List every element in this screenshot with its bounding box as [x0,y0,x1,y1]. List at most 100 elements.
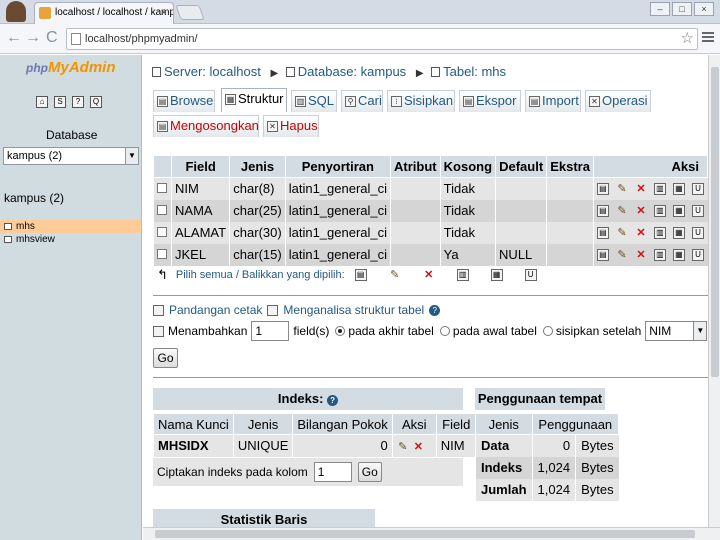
delete-x-icon[interactable]: ✕ [635,227,647,239]
scrollbar-thumb[interactable] [155,530,695,538]
field-collation: latin1_general_ci [284,177,391,200]
reload-icon[interactable]: C [46,30,58,46]
add-fields-row: Menambahkan 1 field(s) pada akhir tabel … [153,321,708,341]
breadcrumb-server[interactable]: Server: localhost [164,64,261,79]
row-checkbox[interactable] [157,249,167,259]
breadcrumb-database[interactable]: Database: kampus [298,64,406,79]
table-item-mhs[interactable]: mhs [0,220,141,233]
edit-pencil-icon[interactable]: ✎ [397,441,409,453]
tab-operasi[interactable]: ✕ Operasi [585,90,651,112]
row-checkbox[interactable] [157,205,167,215]
help-icon[interactable]: ? [327,395,339,406]
breadcrumb-separator-icon: ▶ [415,68,424,79]
row-checkbox[interactable] [157,227,167,237]
minimize-button[interactable]: – [650,2,670,16]
primary-key-icon[interactable]: ▥ [653,204,666,217]
database-name-link[interactable]: kampus (2) [4,191,64,205]
maximize-button[interactable]: □ [672,2,692,16]
docs-icon[interactable]: ? [72,96,84,108]
unique-selected-icon[interactable]: U [524,269,537,281]
table-row: NAMA char(25) latin1_general_ci Tidak ▤ … [152,199,708,222]
radio-begin-of-table[interactable] [439,326,450,336]
delete-x-icon[interactable]: ✕ [635,183,647,195]
tab-browse[interactable]: ▤ Browse [153,90,215,112]
table-row: JKEL char(15) latin1_general_ci Ya NULL … [152,243,708,266]
create-index-go-button[interactable]: Go [357,462,382,482]
unique-icon[interactable]: U [691,248,704,261]
back-arrow-icon[interactable]: ← [6,30,22,46]
index-icon[interactable]: ▦ [672,248,685,261]
phpmyadmin-logo[interactable]: phpMyAdmin [26,59,116,76]
breadcrumb-table[interactable]: Tabel: mhs [443,64,506,79]
tab-cari[interactable]: ⚲ Cari [341,90,383,112]
tab-mengosongkan[interactable]: ▤ Mengosongkan [153,115,259,137]
browse-distinct-icon[interactable]: ▤ [596,248,609,261]
add-fields-count-input[interactable]: 1 [251,321,290,341]
edit-selected-icon[interactable]: ✎ [389,269,401,281]
select-all-bar: ↰ Pilih semua / Balikkan yang dipilih: ▤… [157,267,559,283]
browse-distinct-icon[interactable]: ▤ [596,226,609,239]
tab-sisipkan[interactable]: ⁝ Sisipkan [387,90,455,112]
radio-end-of-table[interactable] [335,326,346,336]
column-header[interactable]: Field [171,155,231,178]
database-select[interactable]: kampus (2) ▼ [3,147,139,165]
scrollbar-thumb[interactable] [711,67,719,377]
print-view-link[interactable]: Pandangan cetak [169,303,262,317]
profile-avatar-icon[interactable] [6,1,26,22]
breadcrumb: Server: localhost ▶ Database: kampus ▶ T… [152,64,508,79]
delete-x-icon[interactable]: ✕ [635,249,647,261]
delete-selected-icon[interactable]: ✕ [423,269,435,281]
unique-icon[interactable]: U [691,182,704,195]
tab-struktur[interactable]: ▦ Struktur [221,88,287,112]
add-fields-go-button[interactable]: Go [153,348,178,368]
radio-after-field[interactable] [542,326,553,336]
create-index-count-input[interactable]: 1 [313,462,352,482]
index-icon[interactable]: ▦ [672,204,685,217]
horizontal-scrollbar[interactable] [143,527,720,540]
browse-distinct-icon[interactable]: ▤ [596,182,609,195]
tab-ekspor[interactable]: ▤ Ekspor [459,90,521,112]
new-tab-button[interactable] [175,5,205,20]
delete-x-icon[interactable]: ✕ [635,205,647,217]
primary-selected-icon[interactable]: ▥ [456,269,469,281]
query-window-icon[interactable]: Q [90,96,102,108]
forward-arrow-icon[interactable]: → [25,30,41,46]
primary-key-icon[interactable]: ▥ [653,182,666,195]
tab-close-icon[interactable]: × [161,3,167,23]
edit-pencil-icon[interactable]: ✎ [616,249,628,261]
browser-tab[interactable]: localhost / localhost / kampus × [34,2,174,24]
analyze-structure-link[interactable]: Menganalisa struktur tabel [283,303,424,317]
after-field-select[interactable]: NIM ▼ [645,321,708,341]
browse-distinct-icon[interactable]: ▤ [596,204,609,217]
home-icon[interactable]: ⌂ [36,96,48,108]
vertical-scrollbar[interactable] [708,55,720,527]
help-icon[interactable]: ? [429,304,441,316]
field-default [495,199,547,222]
select-all-link[interactable]: Pilih semua / Balikkan yang dipilih: [176,269,345,281]
index-icon[interactable]: ▦ [672,226,685,239]
table-icon [4,223,12,230]
unique-icon[interactable]: U [691,226,704,239]
table-row: NIM char(8) latin1_general_ci Tidak ▤ ✎ … [152,177,708,200]
index-selected-icon[interactable]: ▦ [490,269,503,281]
edit-pencil-icon[interactable]: ✎ [616,205,628,217]
close-window-button[interactable]: × [694,2,714,16]
sql-query-icon[interactable]: S [54,96,66,108]
browse-selected-icon[interactable]: ▤ [354,269,367,281]
primary-key-icon[interactable]: ▥ [653,248,666,261]
delete-x-icon[interactable]: ✕ [412,441,424,453]
row-checkbox[interactable] [157,183,167,194]
table-item-mhsview[interactable]: mhsview [0,233,141,246]
unique-icon[interactable]: U [691,204,704,217]
edit-pencil-icon[interactable]: ✎ [616,183,628,195]
tab-sql[interactable]: ▥ SQL [291,90,337,112]
tab-hapus[interactable]: ✕ Hapus [263,115,319,137]
table-icon [431,67,441,77]
address-bar[interactable]: localhost/phpmyadmin/ ☆ [66,28,698,50]
edit-pencil-icon[interactable]: ✎ [616,227,628,239]
tab-import[interactable]: ▤ Import [525,90,581,112]
primary-key-icon[interactable]: ▥ [653,226,666,239]
bookmark-star-icon[interactable]: ☆ [681,29,694,49]
index-icon[interactable]: ▦ [672,182,685,195]
browser-menu-icon[interactable] [702,32,714,44]
